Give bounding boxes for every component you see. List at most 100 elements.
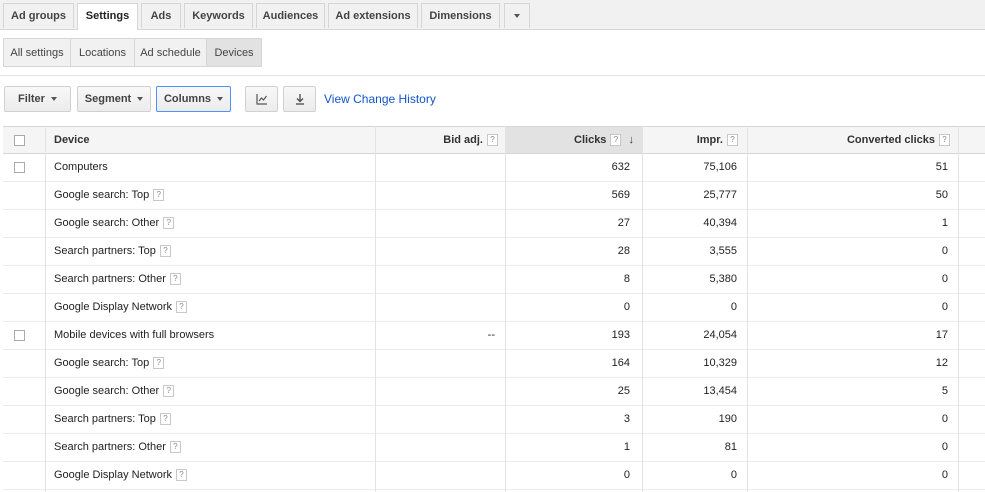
table-row: Search partners: Other? 8 5,380 0 <box>3 266 985 294</box>
impr-cell: 40,394 <box>703 217 737 229</box>
help-icon[interactable]: ? <box>163 217 175 230</box>
bid-adj-cell <box>376 350 495 377</box>
bid-adj-cell <box>376 154 495 181</box>
impr-cell: 190 <box>718 413 737 425</box>
clicks-cell: 27 <box>617 217 630 229</box>
bid-adj-cell <box>376 406 495 433</box>
device-cell: Google search: Top? <box>54 182 165 209</box>
filter-button[interactable]: Filter <box>4 86 71 112</box>
bid-adj-cell <box>376 182 495 209</box>
header-clicks[interactable]: Clicks? ↓ <box>506 127 642 153</box>
column-divider <box>505 126 506 492</box>
header-impr-label: Impr. <box>696 134 723 146</box>
device-name: Google search: Other <box>54 217 160 229</box>
table-row: Google search: Top? 164 10,329 12 <box>3 350 985 378</box>
help-icon[interactable]: ? <box>727 134 738 147</box>
device-cell: Search partners: Top? <box>54 238 171 265</box>
clicks-cell: 28 <box>617 245 630 257</box>
column-divider <box>375 126 376 492</box>
header-bid-adj[interactable]: Bid adj.? <box>376 127 506 153</box>
help-icon[interactable]: ? <box>163 385 175 398</box>
table-row: Google search: Other? 27 40,394 1 <box>3 210 985 238</box>
table-row: Search partners: Other? 1 81 0 <box>3 434 985 462</box>
tab-audiences[interactable]: Audiences <box>256 3 325 28</box>
converted-clicks-cell: 0 <box>941 273 948 285</box>
download-button[interactable] <box>283 86 316 112</box>
select-all-checkbox[interactable] <box>14 135 25 146</box>
segment-button[interactable]: Segment <box>77 86 151 112</box>
tab-ads[interactable]: Ads <box>141 3 181 28</box>
converted-clicks-cell: 17 <box>935 329 948 341</box>
help-icon[interactable]: ? <box>176 469 187 482</box>
device-name: Mobile devices with full browsers <box>54 329 215 341</box>
help-icon[interactable]: ? <box>159 245 171 258</box>
help-icon[interactable]: ? <box>169 273 181 286</box>
help-icon[interactable]: ? <box>153 189 165 202</box>
impr-cell: 24,054 <box>703 329 737 341</box>
clicks-cell: 1 <box>623 441 630 453</box>
device-name: Search partners: Other <box>54 273 166 285</box>
device-name: Google search: Other <box>54 385 160 397</box>
converted-clicks-cell: 5 <box>941 385 948 397</box>
header-converted-label: Converted clicks <box>846 134 935 146</box>
bid-adj-cell <box>376 434 495 461</box>
more-tabs-button[interactable] <box>504 3 530 28</box>
column-divider <box>747 126 748 492</box>
help-icon[interactable]: ? <box>610 134 622 147</box>
tab-dimensions[interactable]: Dimensions <box>421 3 500 28</box>
table-row: Computers 632 75,106 51 <box>3 154 985 182</box>
chevron-down-icon <box>217 97 224 102</box>
device-name: Google search: Top <box>54 189 150 201</box>
device-name: Search partners: Top <box>54 245 156 257</box>
tab-settings[interactable]: Settings <box>77 3 138 30</box>
converted-clicks-cell: 12 <box>935 357 948 369</box>
columns-button[interactable]: Columns <box>156 86 231 112</box>
tab-keywords[interactable]: Keywords <box>184 3 253 28</box>
help-icon[interactable]: ? <box>153 357 165 370</box>
clicks-cell: 25 <box>617 385 630 397</box>
help-icon[interactable]: ? <box>939 134 950 147</box>
header-device[interactable]: Device <box>46 127 376 153</box>
subtab-ad-schedule[interactable]: Ad schedule <box>134 38 207 67</box>
impr-cell: 25,777 <box>703 189 737 201</box>
row-checkbox[interactable] <box>14 330 25 341</box>
impr-cell: 75,106 <box>703 161 737 173</box>
help-icon[interactable]: ? <box>159 413 171 426</box>
device-name: Search partners: Other <box>54 441 166 453</box>
tab-ad-extensions[interactable]: Ad extensions <box>328 3 418 28</box>
header-impr[interactable]: Impr.? <box>642 127 746 153</box>
view-change-history-link[interactable]: View Change History <box>324 92 436 106</box>
help-icon[interactable]: ? <box>169 441 181 454</box>
device-cell: Google search: Other? <box>54 210 175 237</box>
clicks-cell: 3 <box>623 413 630 425</box>
subtab-all-settings[interactable]: All settings <box>3 38 71 67</box>
segment-label: Segment <box>84 93 132 105</box>
help-icon[interactable]: ? <box>176 301 187 314</box>
bid-adj-cell <box>376 294 495 321</box>
row-checkbox[interactable] <box>14 162 25 173</box>
chart-toggle-button[interactable] <box>245 86 278 112</box>
device-name: Search partners: Top <box>54 413 156 425</box>
header-converted-clicks[interactable]: Converted clicks? <box>747 127 958 153</box>
column-divider <box>642 126 643 492</box>
bid-adj-cell <box>376 210 495 237</box>
device-cell: Computers <box>54 154 108 181</box>
bid-adj-cell <box>376 462 495 489</box>
subtab-devices[interactable]: Devices <box>206 38 262 67</box>
clicks-cell: 8 <box>623 273 630 285</box>
table-header: Device Bid adj.? Clicks? ↓ Impr.? Conver… <box>3 126 985 154</box>
help-icon[interactable]: ? <box>487 134 498 147</box>
table-row: Google search: Top? 569 25,777 50 <box>3 182 985 210</box>
divider <box>0 75 985 76</box>
subtab-locations[interactable]: Locations <box>70 38 135 67</box>
header-bid-adj-label: Bid adj. <box>443 134 483 146</box>
filter-label: Filter <box>18 93 45 105</box>
campaign-tab-bar: Ad groups Settings Ads Keywords Audience… <box>0 0 985 30</box>
device-cell: Google Display Network? <box>54 294 187 321</box>
bid-adj-cell <box>376 378 495 405</box>
tab-ad-groups[interactable]: Ad groups <box>3 3 74 28</box>
impr-cell: 13,454 <box>703 385 737 397</box>
header-clicks-label: Clicks <box>574 134 607 146</box>
clicks-cell: 0 <box>623 301 630 313</box>
device-cell: Search partners: Other? <box>54 266 181 293</box>
